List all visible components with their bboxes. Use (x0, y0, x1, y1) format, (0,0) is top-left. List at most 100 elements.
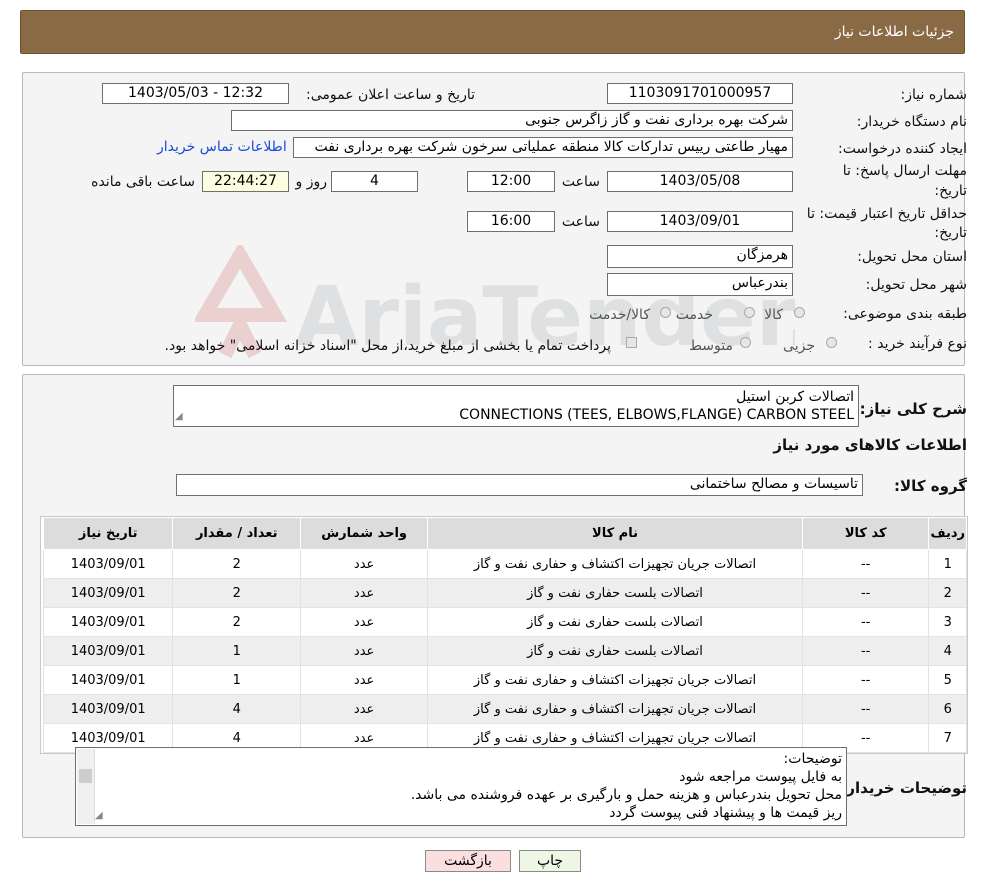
summary-label: شرح کلی نیاز: (859, 400, 967, 418)
cell-row-number: 7 (928, 723, 967, 753)
page-title: جزئیات اطلاعات نیاز (834, 24, 954, 40)
cell-name: اتصالات بلست حفاری نفت و گاز (427, 578, 803, 608)
cell-row-number: 5 (928, 665, 967, 695)
cell-code: -- (801, 665, 930, 695)
creator-label: ایجاد کننده درخواست: (838, 141, 967, 157)
category-goods-option: کالا (764, 307, 783, 323)
items-table: ردیف کد کالا نام کالا واحد شمارش تعداد /… (42, 517, 967, 753)
goods-group-field: تاسیسات و مصالح ساختمانی (176, 474, 863, 496)
deadline-label-date: تاریخ: (934, 183, 967, 199)
process-medium-option: متوسط (689, 338, 733, 354)
deadline-days-field: 4 (331, 171, 418, 192)
announce-datetime-field: 1403/05/03 - 12:32 (102, 83, 289, 104)
goods-group-label: گروه کالا: (894, 477, 967, 495)
cell-row-number: 1 (928, 549, 967, 579)
process-label: نوع فرآیند خرید : (868, 336, 967, 352)
page-header: جزئیات اطلاعات نیاز (20, 10, 965, 54)
cell-name: اتصالات بلست حفاری نفت و گاز (427, 636, 803, 666)
process-minor-option: جزیی (783, 338, 815, 354)
notes-scrollbar[interactable] (77, 749, 95, 824)
cell-quantity: 1 (172, 665, 302, 695)
cell-code: -- (801, 578, 930, 608)
cell-date: 1403/09/01 (42, 578, 174, 608)
category-goods-service-option: کالا/خدمت (589, 307, 650, 323)
cell-date: 1403/09/01 (42, 665, 174, 695)
cell-date: 1403/09/01 (42, 636, 174, 666)
category-service-option: خدمت (675, 307, 713, 323)
table-row: 6 -- اتصالات جريان تجهيزات اكتشاف و حفار… (42, 694, 967, 724)
cell-quantity: 2 (172, 578, 302, 608)
col-header-row-number: ردیف (928, 517, 967, 550)
category-label: طبقه بندی موضوعی: (843, 306, 967, 322)
table-row: 1 -- اتصالات جريان تجهيزات اكتشاف و حفار… (42, 549, 967, 579)
cell-code: -- (801, 549, 930, 579)
cell-code: -- (801, 636, 930, 666)
process-treasury-note: پرداخت تمام یا بخشی از مبلغ خرید،از محل … (164, 338, 611, 354)
print-button[interactable]: چاپ (519, 850, 581, 872)
cell-name: اتصالات بلست حفاری نفت و گاز (427, 607, 803, 637)
city-field: بندرعباس (607, 273, 793, 296)
need-number-field: 1103091701000957 (607, 83, 793, 104)
buyer-notes-line-1: توضیحات: (783, 751, 842, 767)
table-row: 5 -- اتصالات جريان تجهيزات اكتشاف و حفار… (42, 665, 967, 695)
cell-date: 1403/09/01 (42, 549, 174, 579)
buyer-notes-line-2: به فایل پیوست مراجعه شود (679, 769, 842, 785)
col-header-unit: واحد شمارش (300, 517, 429, 550)
buyer-notes-label: توضیحات خریدار: (840, 779, 967, 797)
cell-unit: عدد (300, 665, 429, 695)
city-label: شهر محل تحویل: (865, 277, 967, 293)
creator-field: مهیار طاعتی رییس تداركات كالا منطقه عملي… (293, 137, 793, 158)
summary-textarea[interactable]: اتصالات کربن استیل CONNECTIONS (TEES, EL… (173, 385, 859, 427)
items-table-wrap: ردیف کد کالا نام کالا واحد شمارش تعداد /… (40, 516, 968, 754)
remaining-time-field: 22:44:27 (202, 171, 289, 192)
cell-row-number: 6 (928, 694, 967, 724)
cell-quantity: 2 (172, 607, 302, 637)
resize-grip-icon[interactable]: ◢ (95, 807, 103, 825)
province-label: استان محل تحویل: (857, 249, 967, 265)
buyer-notes-line-3: محل تحویل بندرعباس و هزینه حمل و بارگیری… (410, 787, 842, 803)
table-row: 3 -- اتصالات بلست حفاری نفت و گاز عدد 2 … (42, 607, 967, 637)
category-service-radio[interactable] (744, 307, 755, 318)
cell-name: اتصالات جريان تجهيزات اكتشاف و حفاری نفت… (427, 694, 803, 724)
validity-label-date: تاریخ: (934, 225, 967, 241)
validity-date-field: 1403/09/01 (607, 211, 793, 232)
buyer-contact-link[interactable]: اطلاعات تماس خریدار (157, 139, 287, 155)
cell-row-number: 2 (928, 578, 967, 608)
category-goods-service-radio[interactable] (660, 307, 671, 318)
table-row: 4 -- اتصالات بلست حفاری نفت و گاز عدد 1 … (42, 636, 967, 666)
cell-unit: عدد (300, 607, 429, 637)
cell-unit: عدد (300, 636, 429, 666)
buyer-label: نام دستگاه خریدار: (856, 114, 967, 130)
cell-name: اتصالات جريان تجهيزات اكتشاف و حفاری نفت… (427, 665, 803, 695)
table-row: 2 -- اتصالات بلست حفاری نفت و گاز عدد 2 … (42, 578, 967, 608)
summary-line-1: اتصالات کربن استیل (736, 389, 854, 405)
validity-time-label: ساعت (561, 214, 600, 230)
cell-quantity: 1 (172, 636, 302, 666)
notes-scrollbar-thumb[interactable] (79, 769, 92, 783)
goods-info-title: اطلاعات کالاهای مورد نیاز (773, 436, 967, 454)
process-medium-radio[interactable] (740, 337, 751, 348)
cell-date: 1403/09/01 (42, 607, 174, 637)
cell-unit: عدد (300, 694, 429, 724)
cell-quantity: 2 (172, 549, 302, 579)
deadline-days-label: روز و (295, 174, 328, 190)
deadline-label: مهلت ارسال پاسخ: تا (842, 163, 967, 179)
category-goods-radio[interactable] (794, 307, 805, 318)
process-treasury-checkbox[interactable] (626, 337, 637, 348)
cell-row-number: 4 (928, 636, 967, 666)
table-body: 1 -- اتصالات جريان تجهيزات اكتشاف و حفار… (42, 549, 967, 753)
province-field: هرمزگان (607, 245, 793, 268)
remaining-time-label: ساعت باقی مانده (91, 174, 195, 190)
validity-time-field: 16:00 (467, 211, 555, 232)
col-header-name: نام کالا (427, 517, 803, 550)
buyer-notes-textarea[interactable]: توضیحات: به فایل پیوست مراجعه شود محل تح… (75, 747, 847, 826)
process-minor-radio[interactable] (826, 337, 837, 348)
back-button[interactable]: بازگشت (425, 850, 511, 872)
buyer-notes-line-4: ریز قیمت ها و پیشنهاد فنی پیوست گردد (609, 805, 842, 821)
cell-code: -- (801, 694, 930, 724)
col-header-code: کد کالا (801, 517, 930, 550)
cell-date: 1403/09/01 (42, 694, 174, 724)
deadline-time-label: ساعت (561, 174, 600, 190)
cell-code: -- (801, 607, 930, 637)
resize-grip-icon[interactable]: ◢ (175, 408, 183, 426)
